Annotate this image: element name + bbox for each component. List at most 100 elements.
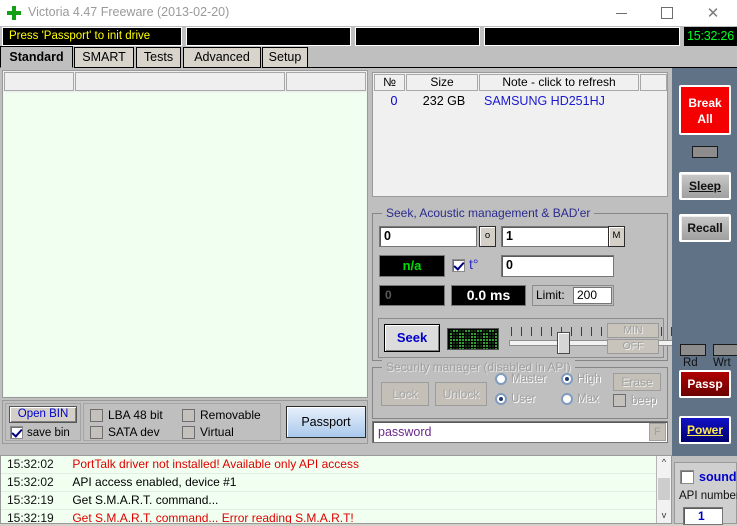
title-bar: Victoria 4.47 Freeware (2013-02-20) ✕: [0, 0, 737, 26]
maximize-button[interactable]: [644, 0, 690, 26]
drive-list[interactable]: № Size Note - click to refresh 0 232 GB …: [372, 72, 668, 197]
passp-label: Passp: [687, 377, 723, 391]
attributes-header-row: [3, 71, 367, 92]
write-led-label: Wrt: [713, 357, 731, 369]
sata-dev-checkbox[interactable]: [90, 425, 103, 439]
unlock-button[interactable]: Unlock: [435, 382, 487, 406]
radio-master[interactable]: [495, 373, 507, 385]
master-radio-row[interactable]: Master: [495, 373, 546, 385]
radio-high-label: High: [577, 373, 601, 385]
security-group-legend: Security manager (disabled in API): [382, 360, 575, 374]
log-time: 15:32:02: [7, 475, 54, 489]
virtual-checkbox-row[interactable]: Virtual: [182, 425, 234, 439]
recall-label: Recall: [687, 221, 723, 235]
victoria-app-window: Victoria 4.47 Freeware (2013-02-20) ✕ Pr…: [0, 0, 737, 525]
removable-checkbox-row[interactable]: Removable: [182, 408, 261, 422]
seek-action-strip: Seek MIN OFF: [378, 318, 677, 358]
lba48-checkbox-row[interactable]: LBA 48 bit: [90, 408, 163, 422]
list-item: 15:32:02 PortTalk driver not installed! …: [1, 456, 671, 474]
seek-button[interactable]: Seek: [384, 324, 440, 352]
beep-checkbox-row[interactable]: beep: [613, 394, 657, 407]
radio-max-label: Max: [577, 393, 599, 405]
drive-col-note[interactable]: Note - click to refresh: [479, 74, 639, 91]
sata-dev-checkbox-row[interactable]: SATA dev: [90, 425, 160, 439]
bin-file-group: Open BIN save bin: [5, 403, 81, 441]
break-all-button[interactable]: Break All: [679, 85, 731, 135]
virtual-label: Virtual: [200, 425, 234, 439]
smart-attributes-panel[interactable]: [2, 70, 368, 398]
high-radio-row[interactable]: High: [561, 373, 601, 385]
virtual-checkbox[interactable]: [182, 425, 195, 439]
password-f-button[interactable]: F: [649, 423, 666, 441]
log-panel[interactable]: 15:32:02 PortTalk driver not installed! …: [0, 455, 672, 524]
erase-button[interactable]: Erase: [613, 373, 661, 391]
removable-checkbox[interactable]: [182, 408, 195, 422]
api-number-label: API number: [679, 490, 737, 502]
drive-col-extra[interactable]: [640, 74, 667, 91]
acoustic-off-button[interactable]: OFF: [607, 339, 659, 354]
log-message: Get S.M.A.R.T. command...: [72, 493, 219, 507]
beep-checkbox[interactable]: [613, 394, 626, 407]
slider-thumb[interactable]: [557, 332, 570, 354]
max-radio-row[interactable]: Max: [561, 393, 599, 405]
power-button[interactable]: Power: [679, 416, 731, 444]
activity-led-indicator: [692, 146, 718, 158]
save-bin-checkbox[interactable]: [10, 426, 23, 439]
break-all-line-2: All: [697, 112, 713, 126]
status-bar-row: Press 'Passport' to init drive 15:32:26: [0, 27, 737, 46]
tab-smart[interactable]: SMART: [74, 47, 134, 68]
open-bin-button[interactable]: Open BIN: [9, 406, 77, 423]
lba48-label: LBA 48 bit: [108, 408, 163, 422]
sound-label: sound: [699, 470, 737, 484]
minimize-button[interactable]: [598, 0, 644, 26]
attributes-col-2: [75, 72, 285, 91]
tab-advanced[interactable]: Advanced: [183, 47, 261, 68]
user-radio-row[interactable]: User: [495, 393, 535, 405]
lock-button[interactable]: Lock: [381, 382, 429, 406]
drive-flags-group: LBA 48 bit SATA dev Removable Virtual: [83, 403, 281, 441]
limit-group: Limit: 200: [532, 285, 614, 306]
list-item: 15:32:19 Get S.M.A.R.T. command... Error…: [1, 510, 671, 523]
tab-setup[interactable]: Setup: [262, 47, 308, 68]
acoustic-min-button[interactable]: MIN: [607, 323, 659, 338]
sata-dev-label: SATA dev: [108, 425, 160, 439]
log-scrollbar[interactable]: ^ v: [656, 456, 671, 523]
sound-checkbox-row[interactable]: sound: [680, 470, 737, 484]
passport-button[interactable]: Passport: [286, 406, 366, 438]
save-bin-row[interactable]: save bin: [10, 426, 70, 439]
radio-user[interactable]: [495, 393, 507, 405]
drive-col-number[interactable]: №: [374, 74, 405, 91]
scroll-up-icon[interactable]: ^: [657, 456, 671, 470]
recall-button[interactable]: Recall: [679, 214, 731, 242]
beep-label: beep: [631, 394, 657, 407]
sleep-button[interactable]: Sleep: [679, 172, 731, 200]
attributes-col-1: [4, 72, 74, 91]
radio-high[interactable]: [561, 373, 573, 385]
lba48-checkbox[interactable]: [90, 408, 103, 422]
radio-max[interactable]: [561, 393, 573, 405]
scroll-down-icon[interactable]: v: [657, 509, 671, 523]
attributes-body: [4, 93, 366, 396]
end-lba-input[interactable]: 1: [501, 226, 625, 247]
close-button[interactable]: ✕: [690, 0, 736, 26]
password-input[interactable]: password F: [372, 421, 668, 443]
tab-standard[interactable]: Standard: [0, 46, 73, 68]
api-number-input[interactable]: 1: [683, 507, 723, 525]
start-lba-input[interactable]: 0: [379, 226, 477, 247]
passp-button[interactable]: Passp: [679, 370, 731, 398]
seek-counter-display: 0: [379, 285, 445, 306]
temperature-display: n/a: [379, 255, 445, 277]
limit-input[interactable]: 200: [573, 287, 612, 304]
table-row[interactable]: 0 232 GB SAMSUNG HD251HJ: [374, 94, 666, 112]
sound-checkbox[interactable]: [680, 470, 694, 484]
temperature-checkbox[interactable]: [452, 259, 465, 272]
end-unit-button[interactable]: M: [608, 226, 625, 247]
start-unit-button[interactable]: o: [479, 226, 496, 247]
pass-count-input[interactable]: 0: [501, 255, 614, 277]
scrollbar-thumb[interactable]: [658, 478, 670, 500]
tab-tests[interactable]: Tests: [136, 47, 181, 68]
drive-col-size[interactable]: Size: [406, 74, 478, 91]
log-time: 15:32:02: [7, 457, 54, 471]
seek-group-legend: Seek, Acoustic management & BAD'er: [382, 206, 595, 220]
log-time: 15:32:19: [7, 493, 54, 507]
